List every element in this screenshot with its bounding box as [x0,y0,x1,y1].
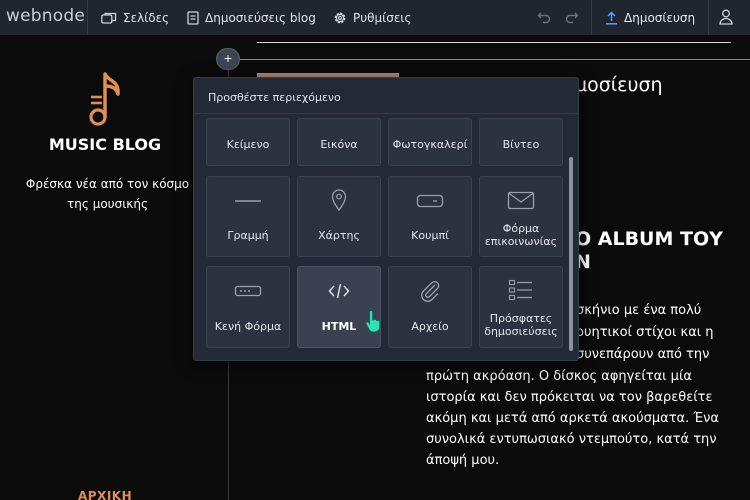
line-icon [235,200,261,202]
form-field-icon [234,285,262,297]
site-title[interactable]: MUSIC BLOG [0,135,210,154]
site-subtitle-line1: Φρέσκα νέα από τον κόσμο [25,177,190,191]
tile-contact-form[interactable]: Φόρμα επικοινωνίας [479,176,563,257]
tile-html[interactable]: HTML [297,266,381,348]
post-text-line: ακόμη και μετά από αρκετά ακούσματα. Ένα [426,411,719,426]
paperclip-icon [421,280,440,302]
upload-icon [606,10,617,25]
tile-map[interactable]: Χάρτης [297,176,381,257]
tile-label: Εικόνα [320,138,358,151]
tile-label: Βίντεο [502,138,540,151]
nav-blog-posts[interactable]: Δημοσιεύσεις blog [187,0,316,35]
nav-settings[interactable]: Ρυθμίσεις [333,0,411,35]
panel-scrollbar[interactable] [569,157,573,351]
tile-gallery[interactable]: Φωτογκαλερί [388,118,472,166]
separator-line [257,42,731,43]
site-subtitle: Φρέσκα νέα από τον κόσμο της μουσικής [10,174,205,214]
tile-label: Κουμπί [411,229,449,242]
document-icon [187,10,199,25]
hand-cursor-icon [365,310,381,333]
tile-video[interactable]: Βίντεο [479,118,563,166]
tile-blank-form[interactable]: Κενή Φόρμα [206,266,290,348]
post-text-line: άποψή μου. [426,453,500,468]
nav-pages-label: Σελίδες [123,10,170,25]
post-text-line: πρώτη ακρόαση. Ο δίσκος αφηγείται μία [426,369,692,384]
panel-header: Προσθέστε περιεχόμενο [194,78,578,114]
tile-label: Πρόσφατες [489,312,553,325]
post-text-line: ουητικοί στίχοι και η [576,325,714,340]
envelope-icon [507,191,535,210]
tile-label: Χάρτης [318,229,360,242]
nav-blog-posts-label: Δημοσιεύσεις blog [205,10,316,25]
publish-label: Δημοσίευση [624,10,696,25]
tile-label: Φόρμα [502,222,540,235]
user-icon[interactable] [719,9,733,25]
tile-label: Κείμενο [226,138,270,151]
add-content-button[interactable]: + [216,48,240,70]
music-note-icon [89,72,120,126]
top-bar-divider [708,0,709,35]
site-subtitle-line2: της μουσικής [67,197,148,211]
list-icon [508,279,532,301]
tile-recent-posts[interactable]: Πρόσφατες δημοσιεύσεις [479,266,563,348]
add-content-panel: Προσθέστε περιεχόμενο Κείμενο Εικόνα Φωτ… [193,77,579,361]
top-bar: webnode Σελίδες Δημοσιεύσεις blog Ρυθμίσ… [0,0,750,35]
tile-file[interactable]: Αρχείο [388,266,472,348]
pages-icon [101,12,117,24]
redo-icon[interactable] [565,10,579,24]
tile-label: δημοσιεύσεις [484,325,558,338]
undo-icon[interactable] [537,10,551,24]
post-text-line: ιστορία και δεν πρόκειται να τον βαρεθεί… [426,390,713,405]
top-bar-divider [591,0,592,35]
nav-home-link[interactable]: ΑΡΧΙΚΗ [78,489,132,500]
tile-label: Κενή Φόρμα [214,320,282,333]
gear-icon [334,12,346,23]
post-heading: μοσίευση [575,74,663,96]
top-bar-divider [87,0,88,35]
insert-guide-line [240,59,750,60]
code-icon [328,283,350,299]
tile-button[interactable]: Κουμπί [388,176,472,257]
tile-label: Αρχείο [411,320,449,333]
button-icon [416,194,444,208]
nav-settings-label: Ρυθμίσεις [353,10,412,25]
webnode-logo[interactable]: webnode [6,6,85,26]
post-text-line: συνεπάρουν από την [576,347,710,362]
tile-label: επικοινωνίας [484,235,558,248]
tile-text[interactable]: Κείμενο [206,118,290,166]
map-pin-icon [331,189,347,211]
album-title-line1: Ο ALBUM ΤΟΥ [575,228,723,250]
post-text-line: σκήνιο με ένα πολύ [576,303,702,318]
tile-image[interactable]: Εικόνα [297,118,381,166]
post-text-line: συνολικά εντυπωσιακό ντεμπούτο, κατά την [426,432,717,447]
tile-label: Φωτογκαλερί [392,138,468,151]
nav-pages[interactable]: Σελίδες [101,0,169,35]
publish-button[interactable]: Δημοσίευση [605,0,695,35]
tile-line[interactable]: Γραμμή [206,176,290,257]
tile-label: Γραμμή [227,229,269,242]
